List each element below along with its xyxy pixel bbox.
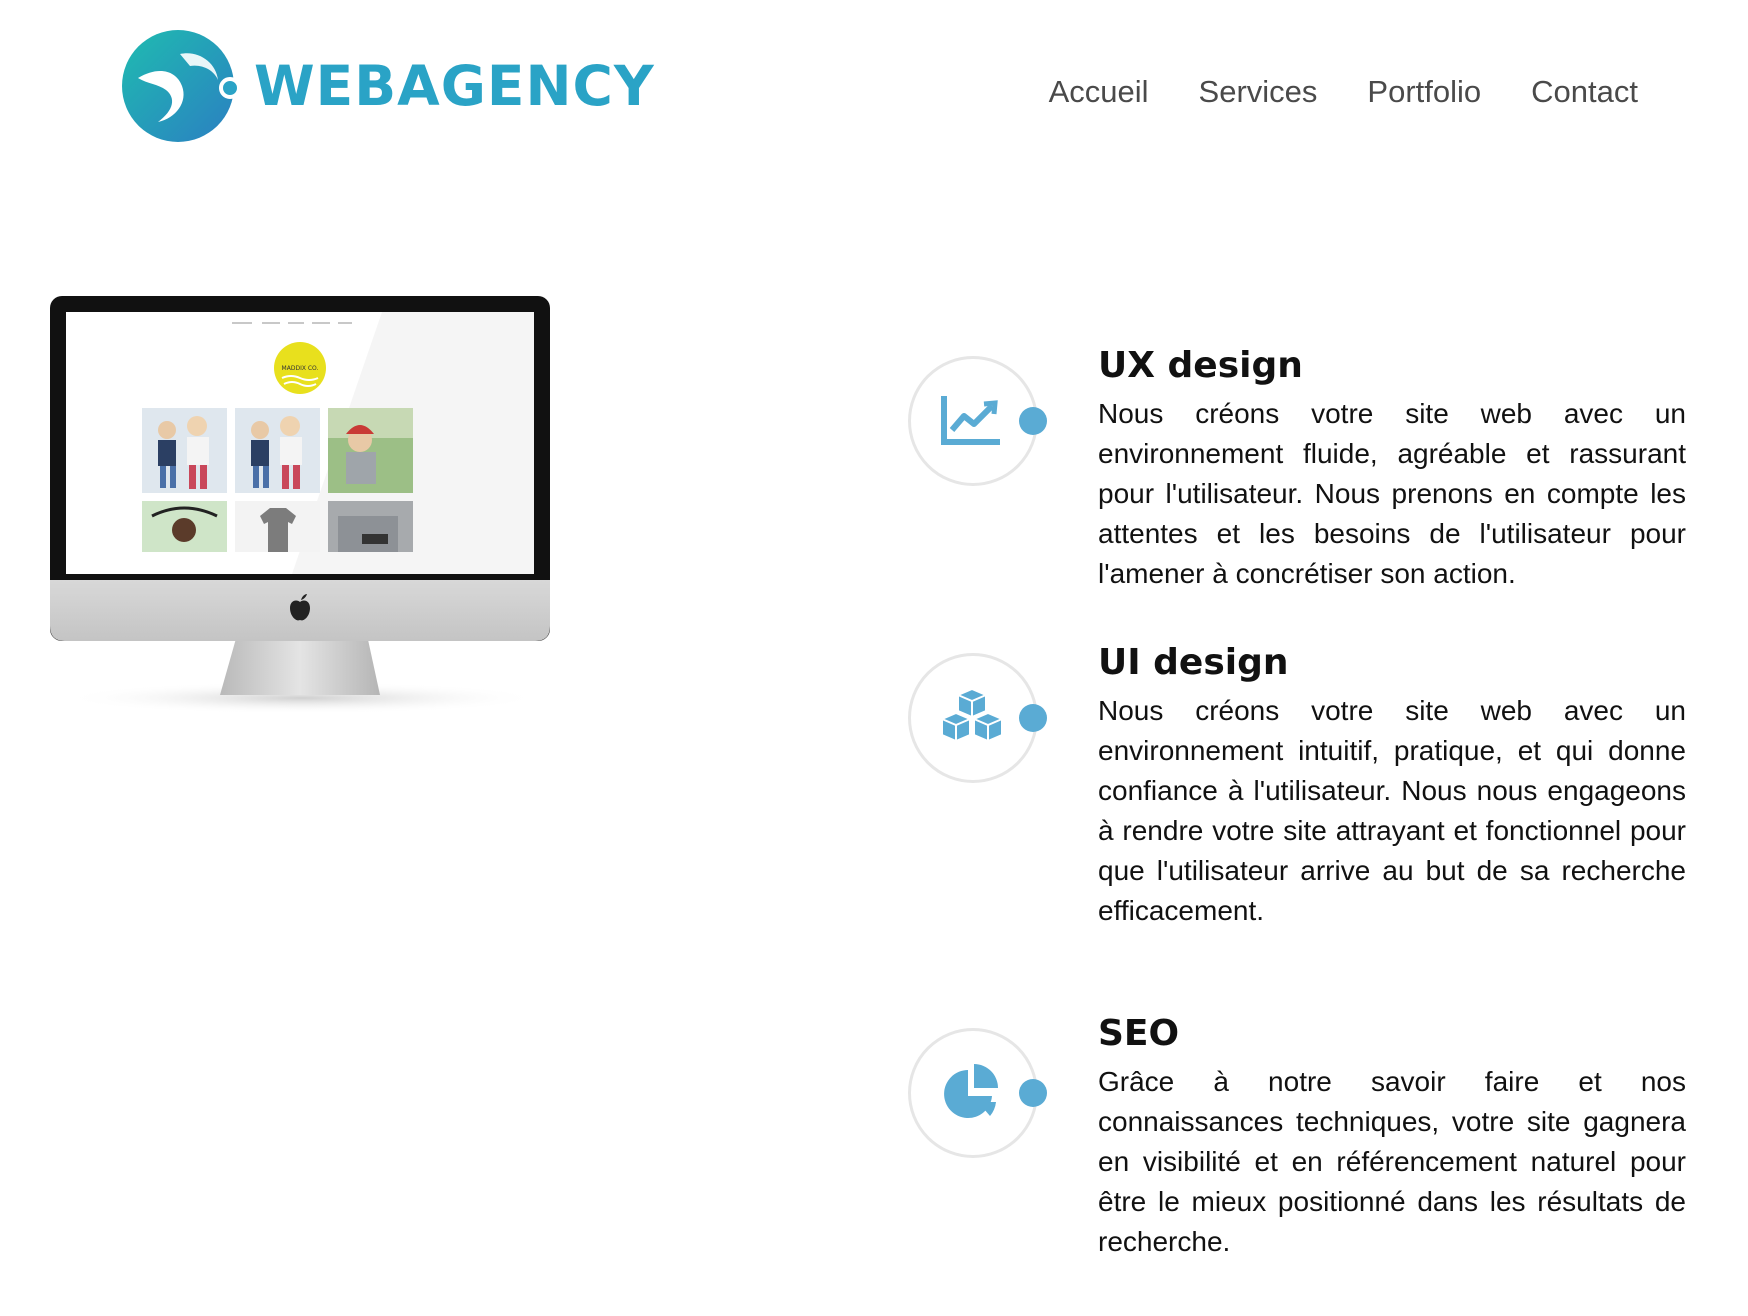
brand-logo[interactable]: WEBAGENCY [118,22,655,150]
pie-chart-icon [944,1064,998,1118]
icon-dot [1019,704,1047,732]
feature-ux-design: UX design Nous créons votre site web ave… [908,344,1688,589]
brand-name: WEBAGENCY [254,54,655,118]
ux-icon-badge [908,356,1047,486]
feature-ui-design: UI design Nous créons votre site web ave… [908,641,1688,961]
photo-grid [142,408,413,552]
chart-line-icon [941,396,1000,445]
screen-logo-text: MADDIX CO. [282,365,319,372]
icon-dot [1019,1079,1047,1107]
nav-accueil[interactable]: Accueil [1049,74,1149,110]
ui-icon-badge [908,653,1047,783]
nav-services[interactable]: Services [1199,74,1318,110]
feature-title: UI design [1098,642,1289,683]
icon-dot [1019,407,1047,435]
feature-seo: SEO Grâce à notre savoir faire et nos co… [908,1012,1688,1262]
main-nav: Accueil Services Portfolio Contact [999,74,1638,110]
nav-portfolio[interactable]: Portfolio [1367,74,1481,110]
nav-contact[interactable]: Contact [1531,74,1638,110]
feature-description: Nous créons votre site web avec un envir… [1098,695,1686,926]
logo-mark-icon [122,30,238,142]
monitor-stand [220,635,380,695]
feature-title: SEO [1098,1013,1180,1054]
feature-description: Grâce à notre savoir faire et nos connai… [1098,1066,1686,1257]
seo-icon-badge [908,1028,1047,1158]
cubes-icon [941,687,1003,743]
monitor-illustration: MADDIX CO. [50,296,550,714]
feature-title: UX design [1098,345,1303,386]
feature-description: Nous créons votre site web avec un envir… [1098,398,1686,589]
